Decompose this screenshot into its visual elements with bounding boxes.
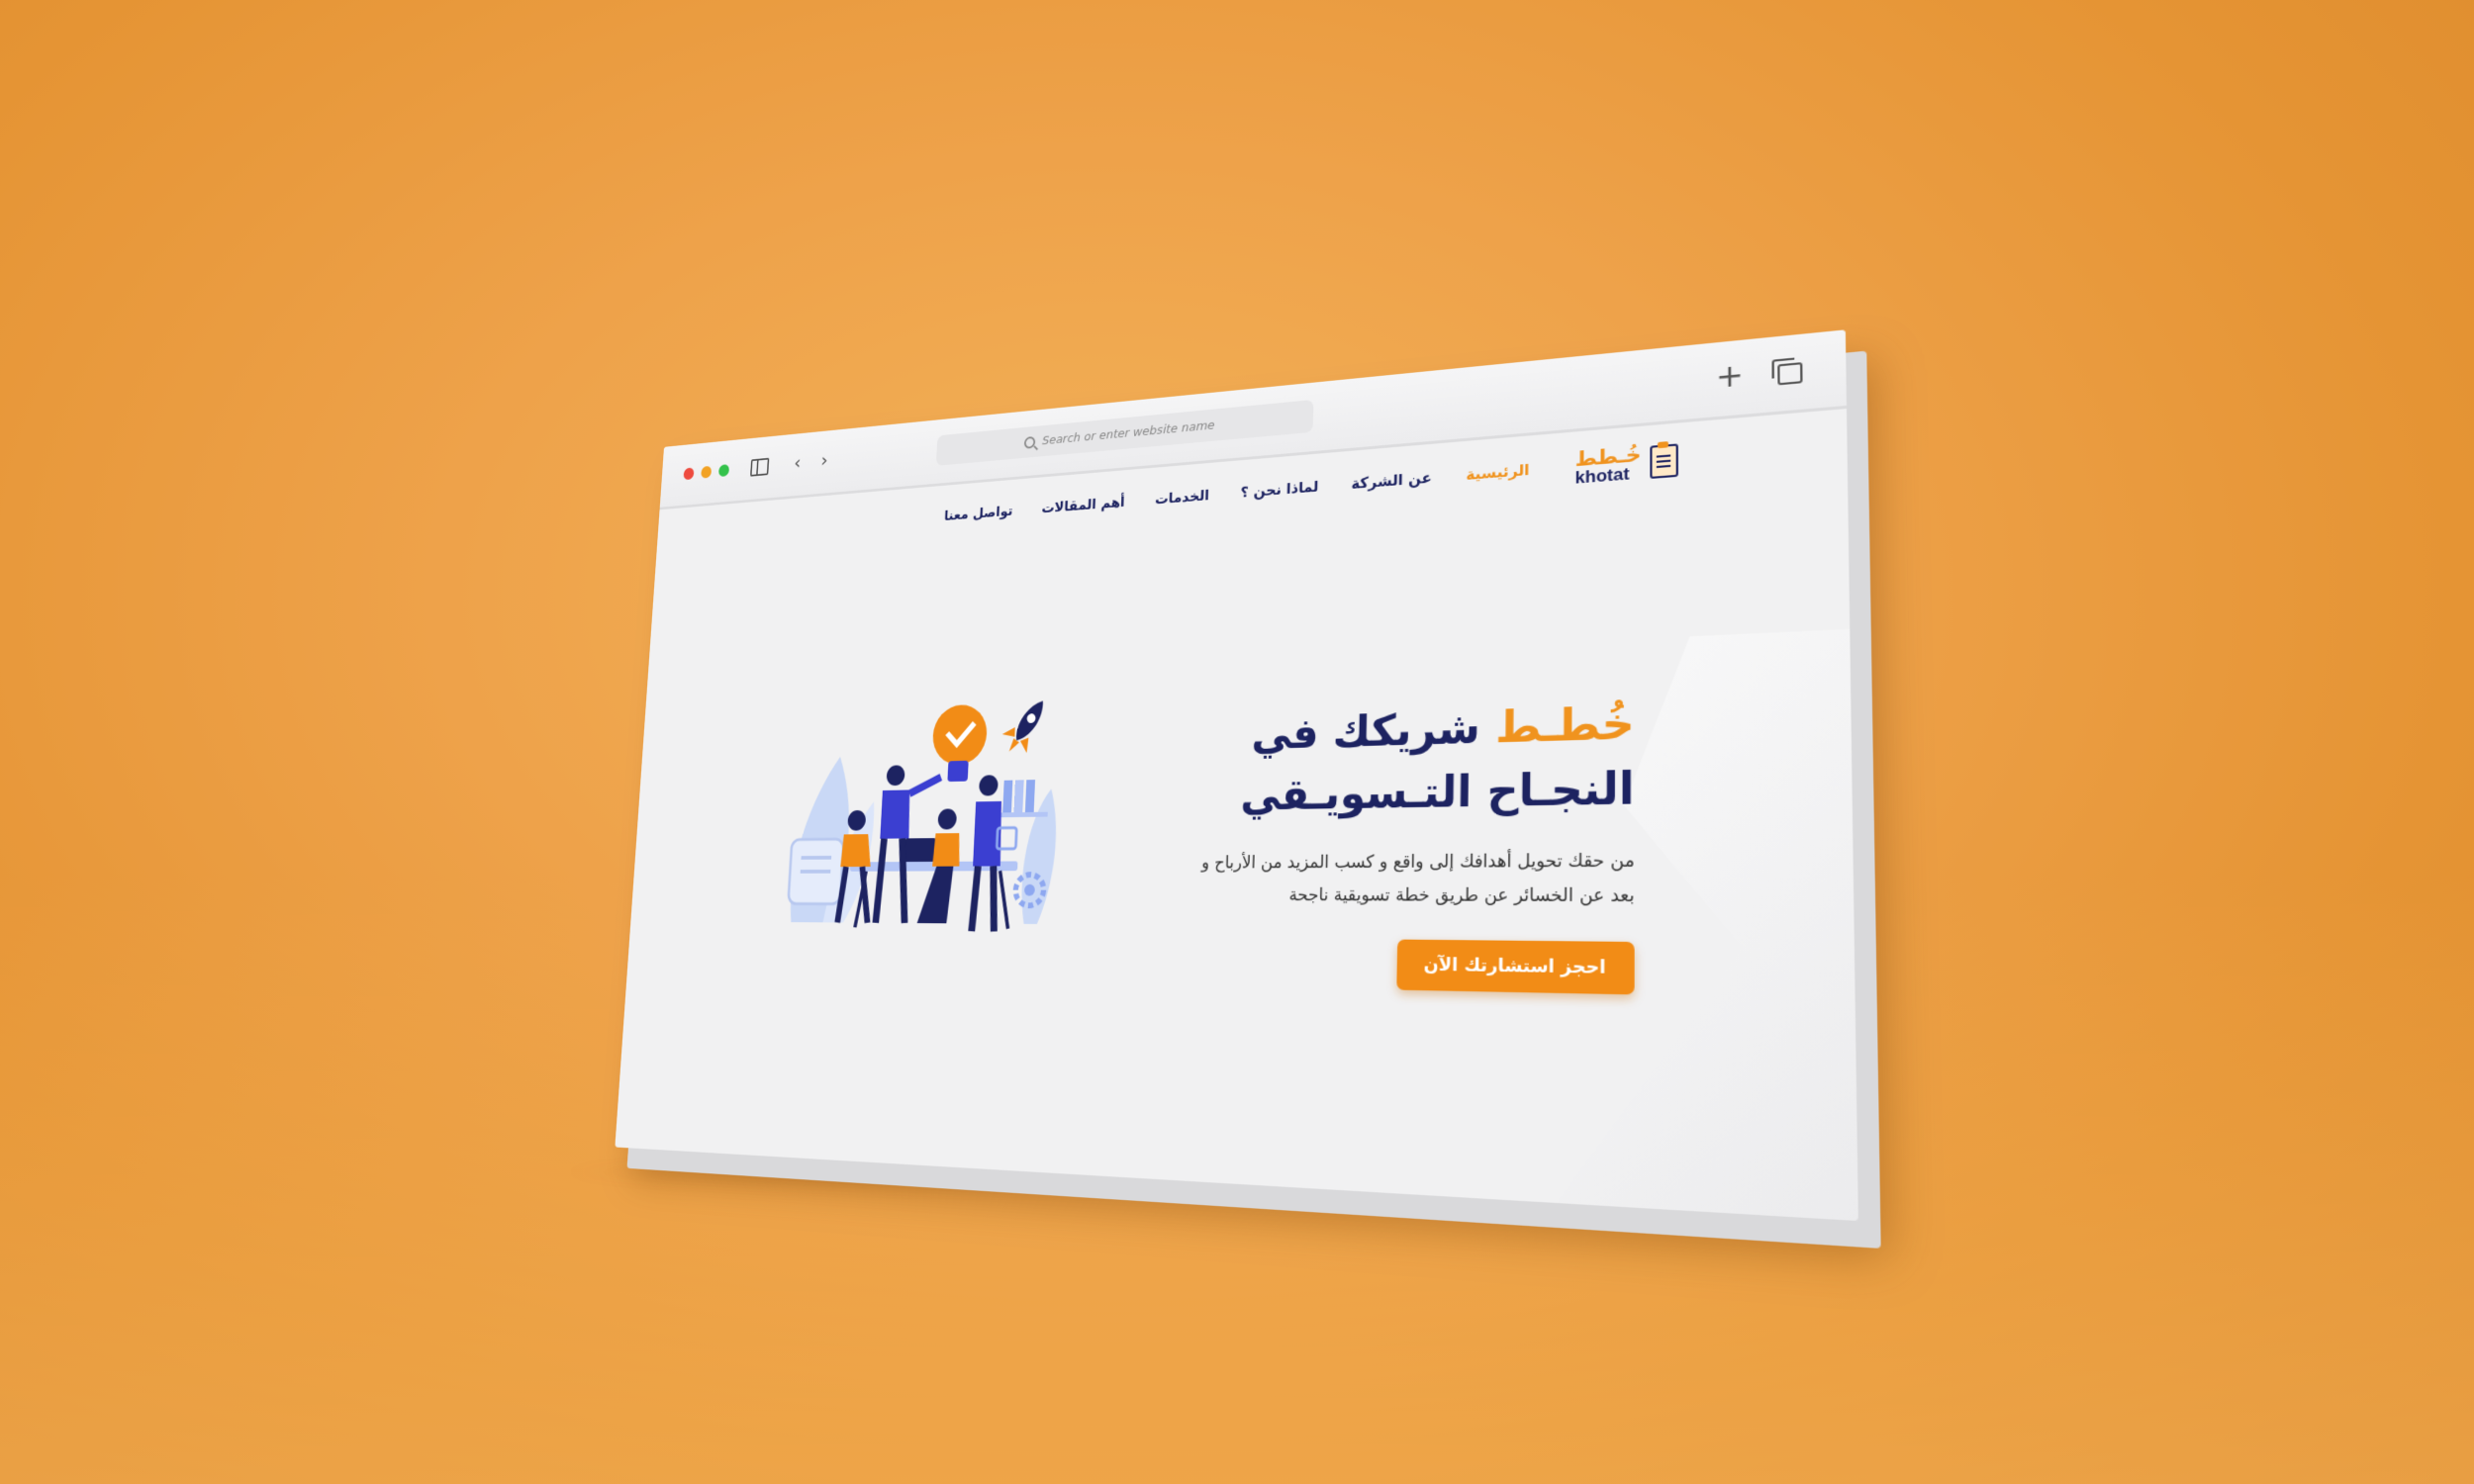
hero-section: خُطـط شريكك في النجـاح التـسويـقي من حقك…	[1110, 692, 1635, 995]
address-bar[interactable]: Search or enter website name	[935, 399, 1314, 466]
team-illustration	[774, 696, 1058, 944]
nav-item-about[interactable]: عن الشركة	[1351, 469, 1432, 493]
book-consultation-button[interactable]: احجز استشارتك الآن	[1396, 939, 1635, 995]
lightbulb-icon	[931, 703, 989, 766]
address-bar-placeholder: Search or enter website name	[1041, 417, 1215, 448]
zoom-window-button[interactable]	[717, 464, 730, 478]
new-tab-icon[interactable]: +	[1715, 357, 1744, 396]
hero-title-line2: النجـاح التـسويـقي	[1240, 762, 1635, 820]
window-controls	[683, 464, 730, 481]
hero-title-brand: خُطـط	[1494, 696, 1635, 753]
browser-window: ‹ › Search or enter website name + خُـطط…	[615, 329, 1858, 1222]
mockup-scene: ‹ › Search or enter website name + خُـطط…	[529, 329, 1858, 1222]
hero-title-rest: شريكك في	[1251, 701, 1496, 760]
close-window-button[interactable]	[683, 467, 695, 481]
forward-icon[interactable]: ›	[813, 449, 835, 474]
hero-description: من حقك تحويل أهدافك إلى واقع و كسب المزي…	[1201, 850, 1635, 907]
search-icon	[1023, 435, 1036, 449]
laptop-icon	[903, 838, 937, 863]
rocket-icon	[1001, 696, 1050, 754]
logo-latin: khotat	[1574, 463, 1630, 488]
sidebar-icon[interactable]	[749, 455, 770, 479]
back-icon[interactable]: ‹	[787, 451, 808, 476]
hero-title: خُطـط شريكك في النجـاح التـسويـقي	[1116, 692, 1635, 828]
nav-item-why-us[interactable]: لماذا نحن ؟	[1240, 478, 1318, 502]
nav-item-home[interactable]: الرئيسية	[1466, 461, 1530, 484]
person-standing-icon	[970, 775, 1004, 931]
site-logo[interactable]: خُـطط khotat	[1574, 440, 1678, 488]
minimize-window-button[interactable]	[701, 465, 713, 479]
nav-item-contact[interactable]: تواصل معنا	[944, 503, 1013, 524]
tabs-overview-icon[interactable]	[1770, 357, 1803, 387]
nav-item-services[interactable]: الخدمات	[1155, 487, 1209, 508]
nav-item-articles[interactable]: أهم المقالات	[1041, 494, 1125, 516]
logo-wordmark: خُـطط khotat	[1574, 441, 1642, 488]
clipboard-icon	[1650, 442, 1678, 479]
